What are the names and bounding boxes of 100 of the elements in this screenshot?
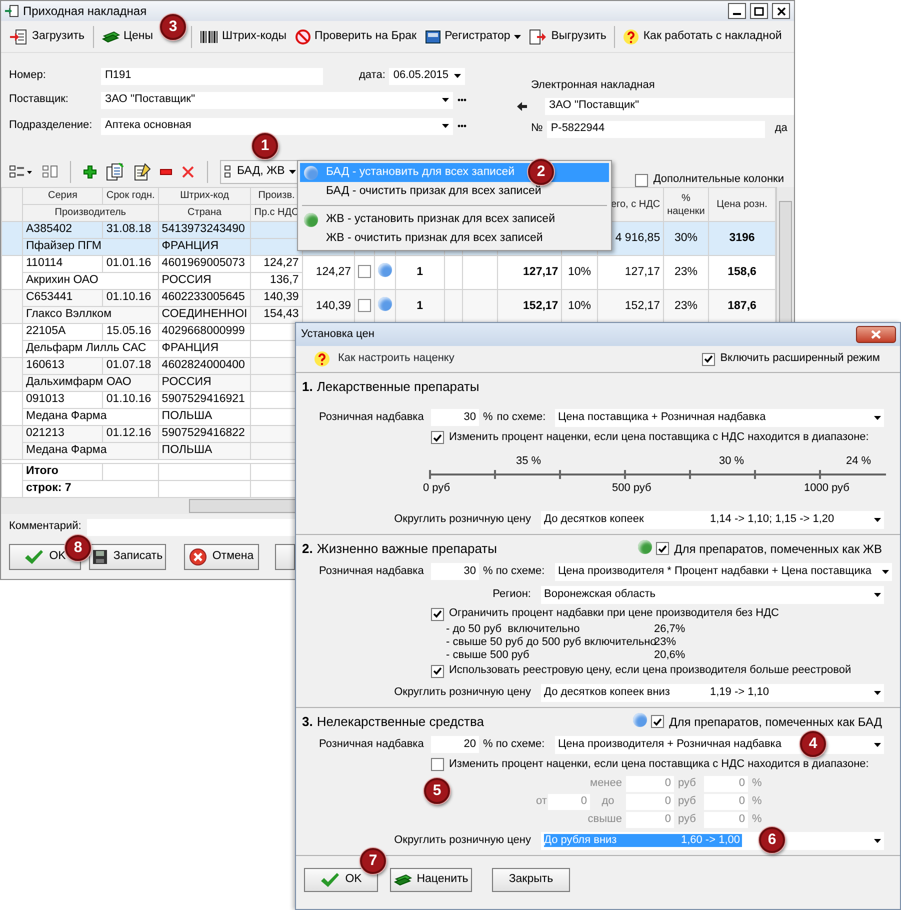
- dropdown-arrow-icon: [874, 742, 881, 746]
- rounding-select[interactable]: До десятков копеек 1,14 -> 1,10; 1,15 -> 1,20: [541, 510, 884, 528]
- table-cell: Пфайзер ПГМ: [22, 238, 158, 256]
- scheme-select[interactable]: Цена производителя * Процент надбавки + Цена поставщика: [555, 562, 892, 580]
- checkbox[interactable]: [431, 664, 444, 678]
- field-label: №: [531, 122, 543, 136]
- section-number: 3.: [302, 714, 313, 730]
- table-cell: ФРАНЦИЯ: [158, 238, 251, 256]
- arrow-left-icon: [517, 102, 527, 110]
- table-cell: ПОЛЬША: [158, 442, 251, 460]
- help-icon: [314, 351, 330, 367]
- toolbar-button[interactable]: Как работать с накладной: [620, 26, 785, 46]
- checkbox[interactable]: [358, 299, 372, 312]
- division-field[interactable]: Аптека основная: [101, 118, 453, 134]
- table-cell: Дельфарм Лилль САС: [22, 340, 158, 358]
- markup-field[interactable]: 30: [431, 409, 479, 426]
- supplier-field[interactable]: ЗАО ''Поставщик'': [545, 98, 794, 114]
- dialog-button[interactable]: [275, 544, 295, 570]
- dropdown-arrow-icon: [874, 592, 881, 596]
- table-cell: 140,39: [250, 290, 302, 306]
- dropdown-arrow-icon: [874, 690, 881, 694]
- dialog-button[interactable]: OK: [304, 868, 378, 892]
- help-link[interactable]: Как настроить наценку: [338, 352, 454, 366]
- document-arrow-icon: [529, 28, 548, 44]
- table-cell: 1: [396, 290, 444, 324]
- checkbox[interactable]: [358, 265, 372, 278]
- table-cell: 4029668000999: [158, 324, 251, 340]
- close-button[interactable]: [772, 3, 790, 19]
- toolbar-button[interactable]: Регистратор: [422, 26, 524, 46]
- field-label: Розничная надбавка: [318, 564, 425, 578]
- more-button[interactable]: [457, 124, 467, 128]
- checklist-icon[interactable]: [9, 165, 33, 179]
- prohibition-icon: [294, 28, 311, 44]
- number-field[interactable]: Р-5822944: [546, 120, 765, 138]
- section-label: Электронная накладная: [531, 79, 655, 91]
- close-icon: [776, 6, 786, 16]
- markup-field[interactable]: 20: [431, 736, 479, 753]
- table-cell: 5907529416822: [158, 426, 251, 442]
- more-button[interactable]: [457, 98, 467, 102]
- total-label: Итого: [22, 464, 103, 480]
- unit-label: руб: [677, 777, 697, 791]
- delete-icon[interactable]: [181, 165, 195, 179]
- table-cell: 158,6: [708, 256, 776, 290]
- markup-field[interactable]: 30: [431, 563, 479, 580]
- rounding-select[interactable]: До десятков копеек вниз 1,19 -> 1,10: [541, 684, 884, 702]
- supplier-field[interactable]: ЗАО ''Поставщик'': [101, 92, 453, 108]
- flags-button[interactable]: БАД, ЖВ: [220, 160, 300, 184]
- columns-icon[interactable]: [42, 165, 58, 179]
- field-label: Розничная надбавка: [318, 410, 425, 424]
- checkbox[interactable]: [431, 431, 444, 444]
- field-label: Подразделение:: [9, 119, 94, 133]
- help-icon: [623, 28, 640, 44]
- field-label: Округлить розничную цену: [393, 686, 531, 700]
- table-cell: 187,6: [708, 290, 776, 324]
- table-cell: ПОЛЬША: [158, 408, 251, 426]
- toolbar-button[interactable]: Выгрузить: [526, 26, 610, 46]
- dialog-title: Установка цен: [301, 328, 374, 342]
- toolbar-button[interactable]: Штрих-коды: [197, 28, 290, 46]
- callout-badge: 8: [65, 535, 91, 561]
- checkbox[interactable]: [702, 352, 716, 366]
- table-cell: Медана Фарма: [22, 408, 158, 426]
- toolbar-button[interactable]: Цены: [98, 28, 156, 46]
- minimize-button[interactable]: [728, 3, 746, 19]
- number-field[interactable]: П191: [101, 68, 323, 84]
- checkbox[interactable]: [635, 174, 648, 186]
- dropdown-arrow-icon: [442, 98, 449, 102]
- table-cell: 10%: [562, 256, 598, 290]
- field-label: Округлить розничную цену: [393, 834, 531, 848]
- region-select[interactable]: Воронежская область: [541, 586, 884, 604]
- checkbox[interactable]: [656, 542, 670, 556]
- maximize-icon: [754, 6, 764, 16]
- date-field[interactable]: 06.05.2015: [389, 68, 466, 84]
- close-button[interactable]: [856, 326, 896, 343]
- checkbox[interactable]: [431, 758, 444, 771]
- dialog-button[interactable]: Отмена: [184, 544, 259, 570]
- dialog-button[interactable]: Записать: [89, 544, 166, 570]
- dialog-button[interactable]: Закрыть: [492, 868, 570, 892]
- callout-badge: 3: [160, 14, 186, 40]
- dialog-button[interactable]: Наценить: [390, 868, 472, 892]
- limit-value: 26,7%: [654, 623, 686, 636]
- table-cell: 127,17: [497, 256, 562, 290]
- field-label: Округлить розничную цену: [393, 512, 531, 526]
- table-cell: 152,17: [597, 290, 664, 324]
- maximize-button[interactable]: [750, 3, 768, 19]
- copy-icon[interactable]: [106, 163, 124, 181]
- table-cell: 01.01.16: [102, 256, 158, 272]
- edit-document-icon[interactable]: [133, 163, 151, 181]
- checkbox[interactable]: [651, 715, 664, 728]
- scheme-select[interactable]: Цена поставщика + Розничная надбавка: [555, 408, 884, 426]
- banknote-stack-icon: [394, 873, 412, 887]
- cancel-icon: [189, 548, 208, 566]
- table-cell: Медана Фарма: [22, 442, 158, 460]
- toolbar-button[interactable]: Загрузить: [7, 26, 88, 46]
- table-cell: 110114: [22, 256, 103, 272]
- checkbox[interactable]: [431, 608, 444, 620]
- toolbar-button[interactable]: Проверить на Брак: [292, 26, 420, 46]
- table-cell: Дальхимфарм ОАО: [22, 374, 158, 392]
- table-cell: 124,27: [250, 256, 302, 272]
- plus-icon[interactable]: [83, 165, 97, 179]
- limit-label: - свыше 50 руб до 500 руб включительно: [446, 636, 654, 649]
